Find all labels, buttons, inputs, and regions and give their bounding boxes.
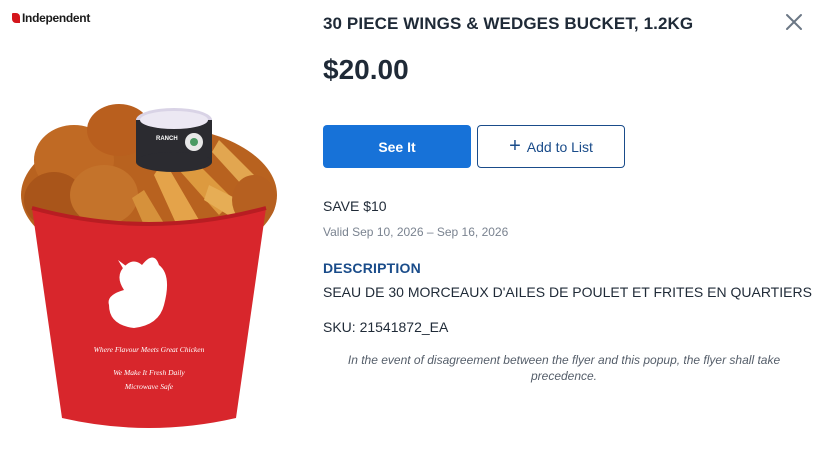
see-it-button[interactable]: See It [323, 125, 471, 168]
bucket-illustration: Where Flavour Meets Great Chicken We Mak… [31, 206, 267, 428]
ranch-dip-cup: RANCH [136, 108, 212, 172]
bucket-text-3: Microwave Safe [124, 382, 174, 391]
description-text: SEAU DE 30 MORCEAUX D'AILES DE POULET ET… [323, 284, 812, 300]
logo-text: Independent [22, 11, 91, 25]
description-heading: DESCRIPTION [323, 260, 421, 276]
plus-icon: + [509, 134, 521, 157]
add-to-list-label: Add to List [526, 138, 593, 155]
disclaimer-text: In the event of disagreement between the… [347, 353, 781, 383]
dip-label: RANCH [156, 136, 178, 142]
close-icon[interactable] [782, 10, 806, 34]
brand-logo: Independent [12, 11, 90, 25]
sku-text: SKU: 21541872_EA [323, 319, 449, 335]
bucket-text-2: We Make It Fresh Daily [113, 368, 185, 377]
product-price: $20.00 [323, 54, 409, 85]
logo-mark-icon [12, 13, 20, 23]
savings-text: SAVE $10 [323, 198, 387, 214]
product-title: 30 PIECE WINGS & WEDGES BUCKET, 1.2KG [323, 14, 694, 33]
product-image: RANCH Where Flavour Meets Great Chicken … [21, 104, 277, 428]
valid-dates: Valid Sep 10, 2026 – Sep 16, 2026 [323, 225, 509, 239]
add-to-list-button[interactable]: + Add to List [477, 125, 625, 168]
bucket-text-1: Where Flavour Meets Great Chicken [94, 345, 205, 354]
